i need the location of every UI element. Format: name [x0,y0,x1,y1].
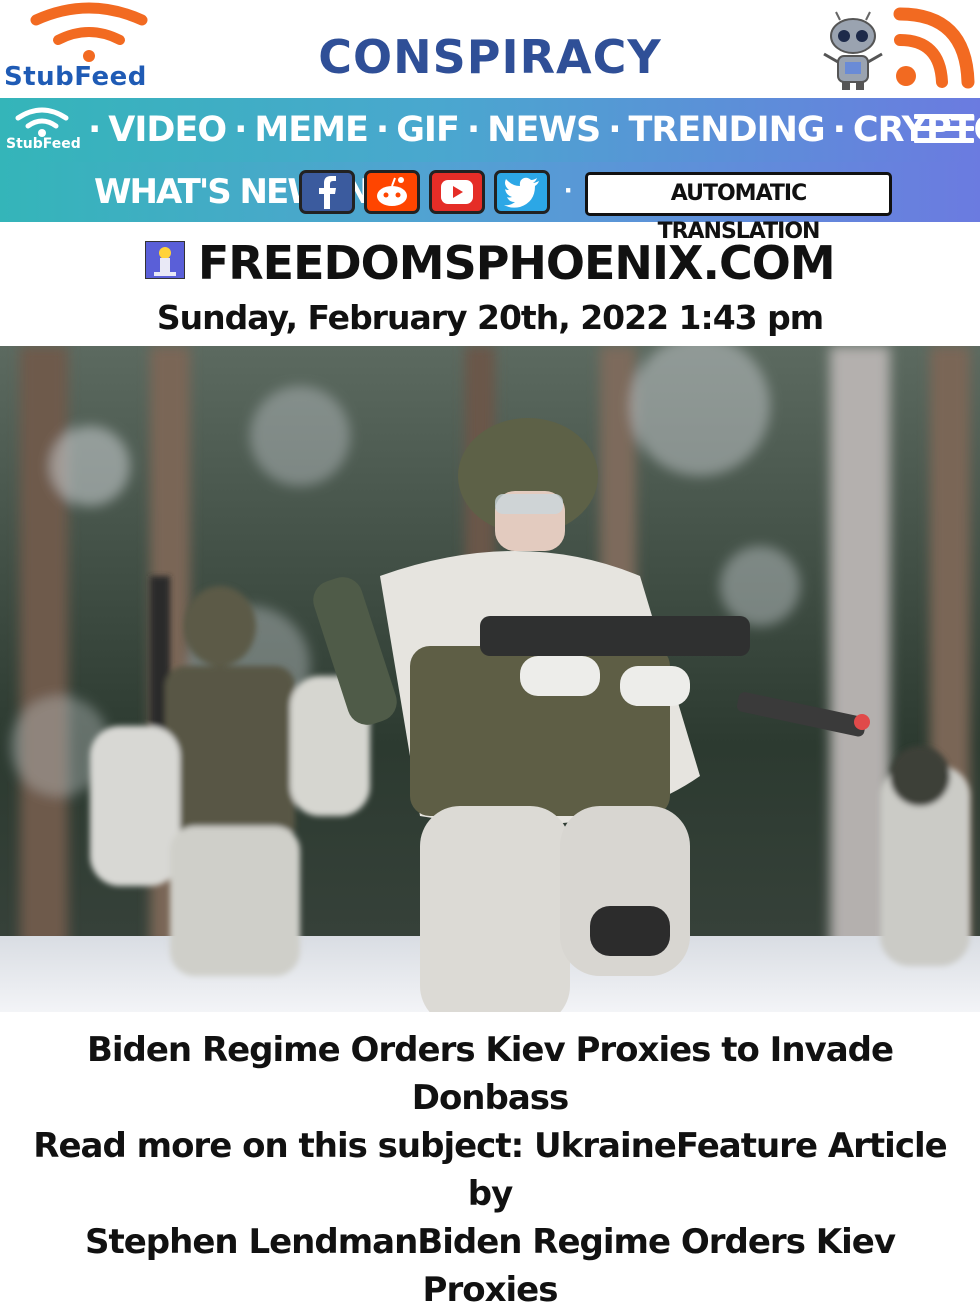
headline-line: Stephen LendmanBiden Regime Orders Kiev … [85,1222,896,1310]
main-nav-bar: StubFeed · VIDEO · MEME · GIF · NEWS · T… [0,98,980,162]
headline-line: Read more on this subject: UkraineFeatur… [33,1126,947,1214]
headline-line: Biden Regime Orders Kiev Proxies to Inva… [86,1030,894,1118]
wifi-rss-icon [15,107,69,137]
source-favicon-icon [145,241,186,279]
facebook-button[interactable] [299,170,355,214]
youtube-icon [441,180,473,204]
article-photo[interactable] [0,346,980,1012]
article-headline[interactable]: Biden Regime Orders Kiev Proxies to Inva… [14,1026,966,1314]
hamburger-menu-icon[interactable] [914,114,974,148]
publish-date: Sunday, February 20th, 2022 1:43 pm [156,298,824,337]
nav-link-meme[interactable]: MEME [254,110,368,150]
site-header: StubFeed CONSPIRACY [0,0,980,98]
nav-link-gif[interactable]: GIF [396,110,460,150]
twitter-icon [504,177,539,208]
youtube-button[interactable] [429,170,485,214]
automatic-translation-button[interactable]: AUTOMATIC TRANSLATION [585,172,892,244]
nav-link-trending[interactable]: TRENDING [628,110,825,150]
twitter-button[interactable] [494,170,550,214]
rss-feed-icon[interactable] [890,4,978,90]
nav-links: · VIDEO · MEME · GIF · NEWS · TRENDING ·… [80,106,980,154]
robot-mascot-icon [823,11,883,90]
nav-link-video[interactable]: VIDEO [108,110,227,150]
nav-link-news[interactable]: NEWS [487,110,601,150]
nav-stubfeed-logo[interactable]: StubFeed [4,102,81,158]
reddit-icon [377,177,407,206]
source-line: FREEDOMSPHOENIX.COM [0,236,980,294]
nav-logo-wordmark: StubFeed [6,136,81,152]
reddit-button[interactable] [364,170,420,214]
facebook-icon [319,176,336,209]
source-domain[interactable]: FREEDOMSPHOENIX.COM [198,236,836,290]
